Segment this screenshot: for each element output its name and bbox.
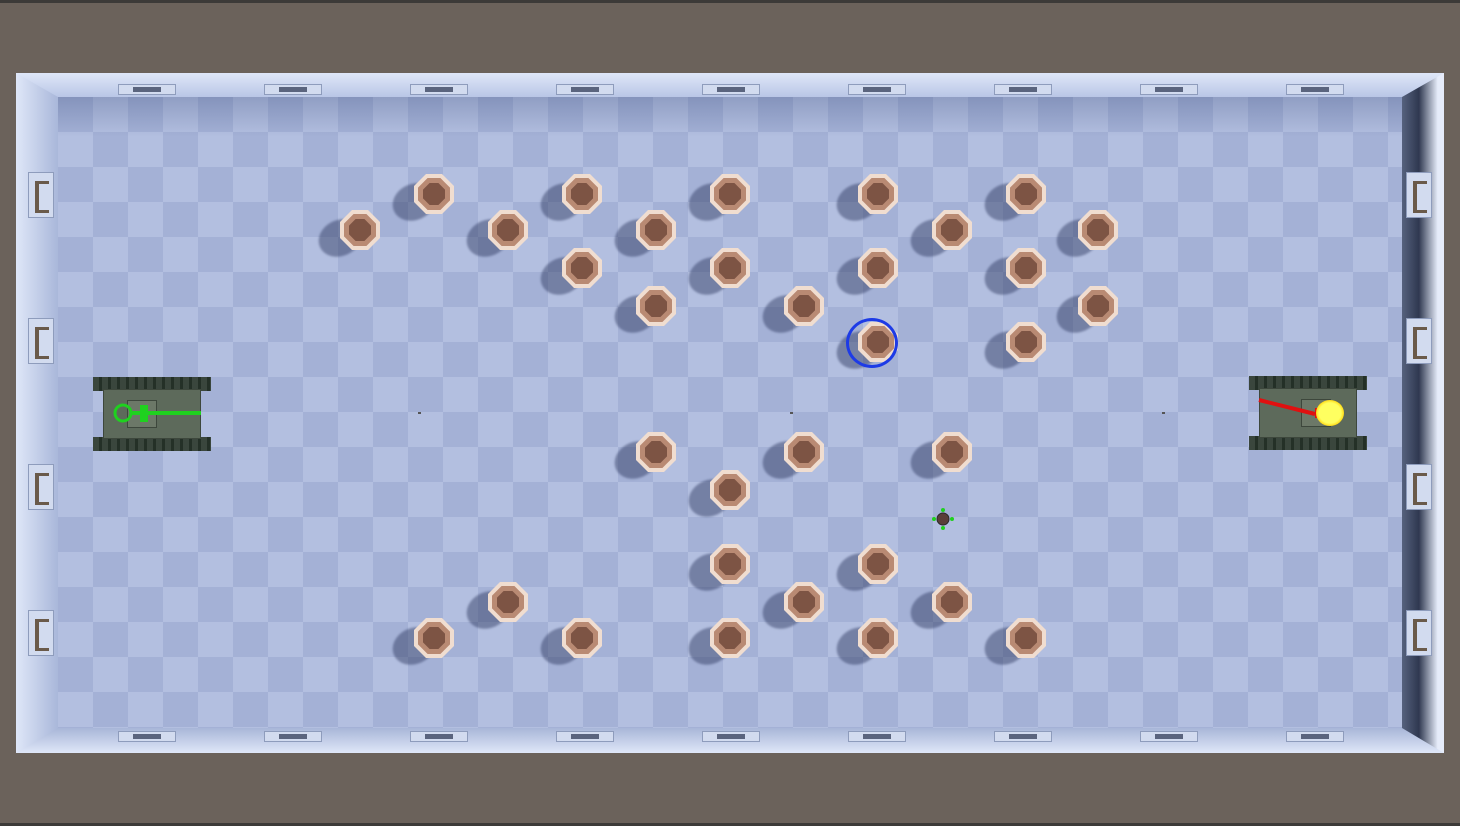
barrel-icon[interactable] [460, 210, 532, 264]
wall-vent [1140, 731, 1198, 742]
barrel-icon[interactable] [386, 174, 458, 228]
tank-track [93, 437, 211, 451]
barrel-icon[interactable] [608, 286, 680, 340]
barrel-icon[interactable] [978, 618, 1050, 672]
barrel-icon[interactable] [830, 544, 902, 598]
green-tank-icon [113, 403, 201, 423]
wall-vent [28, 610, 54, 656]
wall-vent [264, 731, 322, 742]
barrel-icon[interactable] [460, 582, 532, 636]
floor-shadow [58, 97, 1402, 137]
barrel-icon[interactable] [978, 174, 1050, 228]
floor-marker [790, 412, 793, 414]
barrel-icon[interactable] [830, 618, 902, 672]
barrel-icon[interactable] [682, 174, 754, 228]
floor-marker [418, 412, 421, 414]
wall-vent [410, 84, 468, 95]
barrel-icon[interactable] [682, 618, 754, 672]
wall-vent [1406, 610, 1432, 656]
wall-vent [848, 731, 906, 742]
enemy-tank[interactable] [1249, 376, 1367, 450]
wall-vent [702, 731, 760, 742]
wall-vent [994, 731, 1052, 742]
barrel-icon[interactable] [608, 432, 680, 486]
wall-vent [28, 318, 54, 364]
barrel-icon[interactable] [756, 432, 828, 486]
wall-vent [556, 731, 614, 742]
barrel-icon[interactable] [682, 470, 754, 524]
wall-vent [1406, 318, 1432, 364]
barrel-icon[interactable] [312, 210, 384, 264]
wall-vent [118, 84, 176, 95]
barrel-icon[interactable] [904, 582, 976, 636]
floor-marker [1162, 412, 1165, 414]
muzzle-flash-icon [1316, 400, 1344, 426]
tank-track [1249, 436, 1367, 450]
top-border [0, 0, 1460, 3]
barrel-icon[interactable] [904, 210, 976, 264]
move-gizmo-icon[interactable] [932, 508, 954, 530]
barrel-icon[interactable] [904, 432, 976, 486]
barrel-icon[interactable] [534, 248, 606, 302]
wall-vent [1286, 731, 1344, 742]
barrel-icon[interactable] [682, 544, 754, 598]
barrel-icon[interactable] [756, 286, 828, 340]
barrel-top [1087, 219, 1109, 241]
rotate-gizmo-icon[interactable] [846, 318, 898, 368]
barrel-icon[interactable] [978, 322, 1050, 376]
barrel-icon[interactable] [534, 174, 606, 228]
wall-vent [1406, 464, 1432, 510]
barrel-icon[interactable] [1050, 210, 1122, 264]
barrel-icon[interactable] [386, 618, 458, 672]
wall-vent [556, 84, 614, 95]
wall-vent [1406, 172, 1432, 218]
wall-vent [1286, 84, 1344, 95]
barrel-icon[interactable] [1050, 286, 1122, 340]
wall-vent [1140, 84, 1198, 95]
barrel-icon[interactable] [608, 210, 680, 264]
wall-vent [28, 464, 54, 510]
barrel-top [1087, 295, 1109, 317]
wall-vent [264, 84, 322, 95]
wall-vent [848, 84, 906, 95]
barrel-icon[interactable] [978, 248, 1050, 302]
barrel-icon[interactable] [830, 248, 902, 302]
player-tank[interactable] [93, 377, 211, 451]
barrel-icon[interactable] [830, 174, 902, 228]
wall-vent [118, 731, 176, 742]
wall-vent [994, 84, 1052, 95]
wall-vent [28, 172, 54, 218]
barrel-icon[interactable] [756, 582, 828, 636]
barrel-icon[interactable] [682, 248, 754, 302]
wall-vent [410, 731, 468, 742]
barrel-icon[interactable] [534, 618, 606, 672]
wall-vent [702, 84, 760, 95]
